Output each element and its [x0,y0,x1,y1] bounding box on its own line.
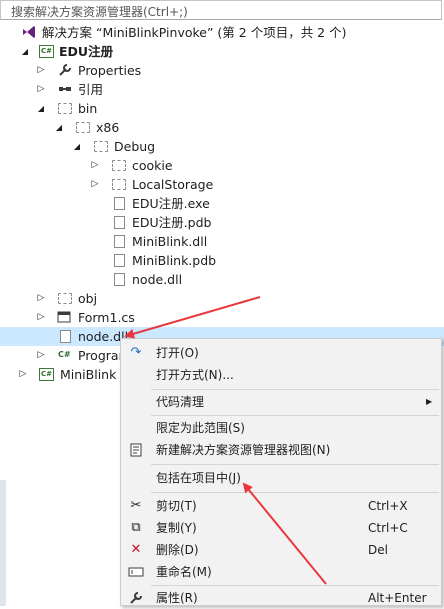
annotation-arrow-include [242,482,327,585]
annotation-arrows [124,296,327,585]
annotation-arrow-node-dll [124,296,261,339]
